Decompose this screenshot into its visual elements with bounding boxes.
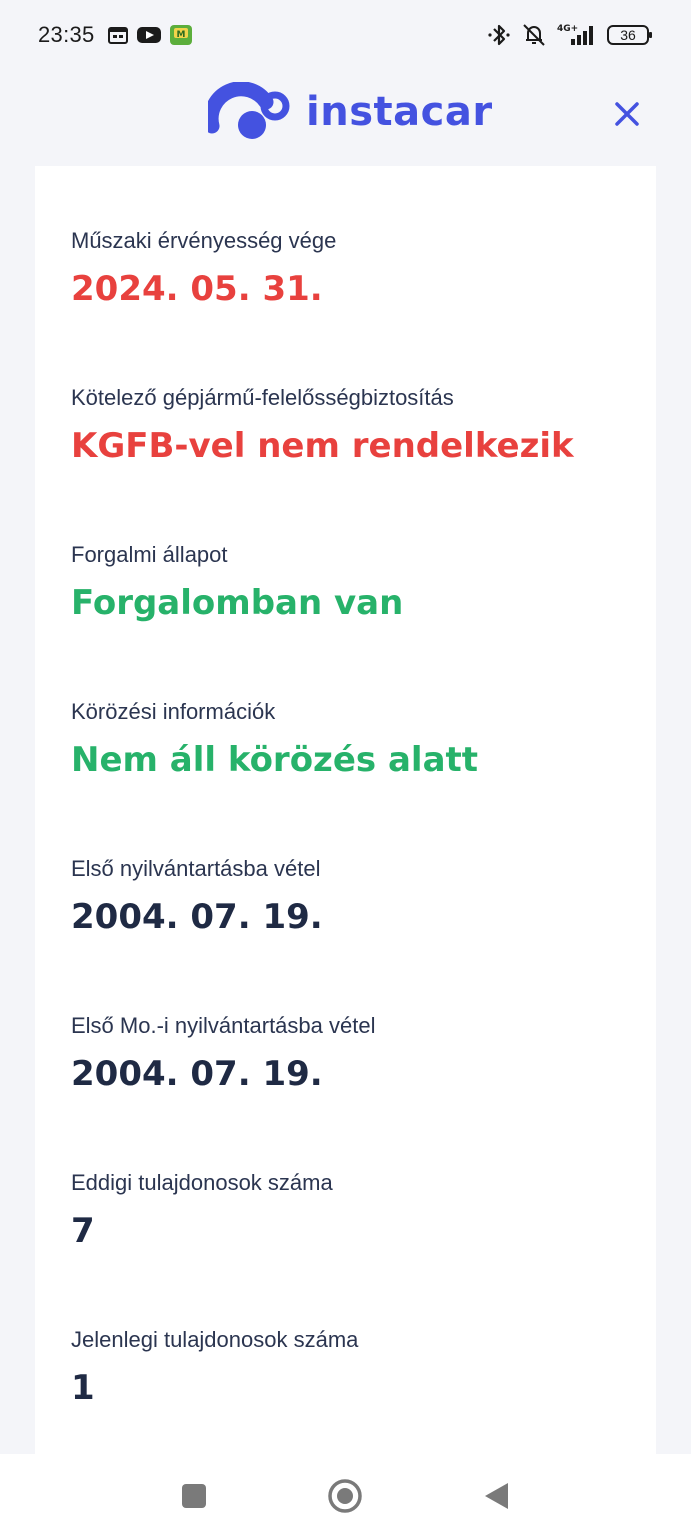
close-button[interactable] — [609, 96, 645, 132]
vehicle-info-card: Műszaki érvényesség vége 2024. 05. 31. K… — [35, 166, 656, 1454]
field-value: 2004. 07. 19. — [71, 897, 323, 937]
field-label: Forgalmi állapot — [71, 542, 228, 567]
home-button[interactable] — [325, 1476, 365, 1516]
battery-icon: 36 — [607, 23, 653, 47]
back-triangle-icon — [485, 1483, 508, 1509]
field-value: 1 — [71, 1368, 95, 1408]
network-label: 4G+ — [557, 24, 578, 34]
field-label: Eddigi tulajdonosok száma — [71, 1170, 333, 1195]
header: instacar — [0, 70, 691, 166]
field-current-owners: Jelenlegi tulajdonosok száma 1 — [71, 1325, 358, 1411]
field-label: Kötelező gépjármű-felelősségbiztosítás — [71, 385, 454, 410]
recents-square-icon — [182, 1484, 206, 1508]
battery-level: 36 — [620, 27, 636, 43]
navigation-bar — [0, 1454, 691, 1536]
field-value: 2004. 07. 19. — [71, 1054, 323, 1094]
app-notification-icon: M — [169, 23, 193, 47]
field-insurance: Kötelező gépjármű-felelősségbiztosítás K… — [71, 383, 574, 469]
instacar-logo-icon — [208, 82, 292, 142]
field-first-hu-registration: Első Mo.-i nyilvántartásba vétel 2004. 0… — [71, 1011, 375, 1097]
field-first-registration: Első nyilvántartásba vétel 2004. 07. 19. — [71, 854, 323, 940]
field-value: Nem áll körözés alatt — [71, 740, 479, 780]
home-circle-icon — [328, 1479, 362, 1513]
status-bar: 23:35 M 4G+ 36 — [0, 0, 691, 70]
field-value: Forgalomban van — [71, 583, 404, 623]
field-label: Körözési információk — [71, 699, 276, 724]
svg-text:M: M — [176, 30, 185, 40]
field-value: 2024. 05. 31. — [71, 269, 323, 309]
brand-logo: instacar — [208, 82, 493, 142]
field-value: 7 — [71, 1211, 95, 1251]
youtube-icon — [136, 26, 161, 44]
field-label: Jelenlegi tulajdonosok száma — [71, 1327, 359, 1352]
signal-icon: 4G+ — [557, 22, 597, 48]
status-time: 23:35 — [38, 22, 95, 47]
recents-button[interactable] — [174, 1476, 214, 1516]
bell-muted-icon — [521, 22, 547, 48]
field-technical-validity: Műszaki érvényesség vége 2024. 05. 31. — [71, 226, 336, 312]
field-label: Első nyilvántartásba vétel — [71, 856, 321, 881]
field-value: KGFB-vel nem rendelkezik — [71, 426, 574, 466]
close-icon — [615, 102, 639, 126]
brand-name: instacar — [306, 89, 493, 135]
field-label: Műszaki érvényesség vége — [71, 228, 337, 253]
field-label: Első Mo.-i nyilvántartásba vétel — [71, 1013, 376, 1038]
field-traffic-status: Forgalmi állapot Forgalomban van — [71, 540, 403, 626]
calendar-icon — [107, 25, 129, 45]
field-wanted-info: Körözési információk Nem áll körözés ala… — [71, 697, 478, 783]
field-previous-owners: Eddigi tulajdonosok száma 7 — [71, 1168, 333, 1254]
bluetooth-icon — [487, 22, 511, 48]
back-button[interactable] — [476, 1476, 516, 1516]
